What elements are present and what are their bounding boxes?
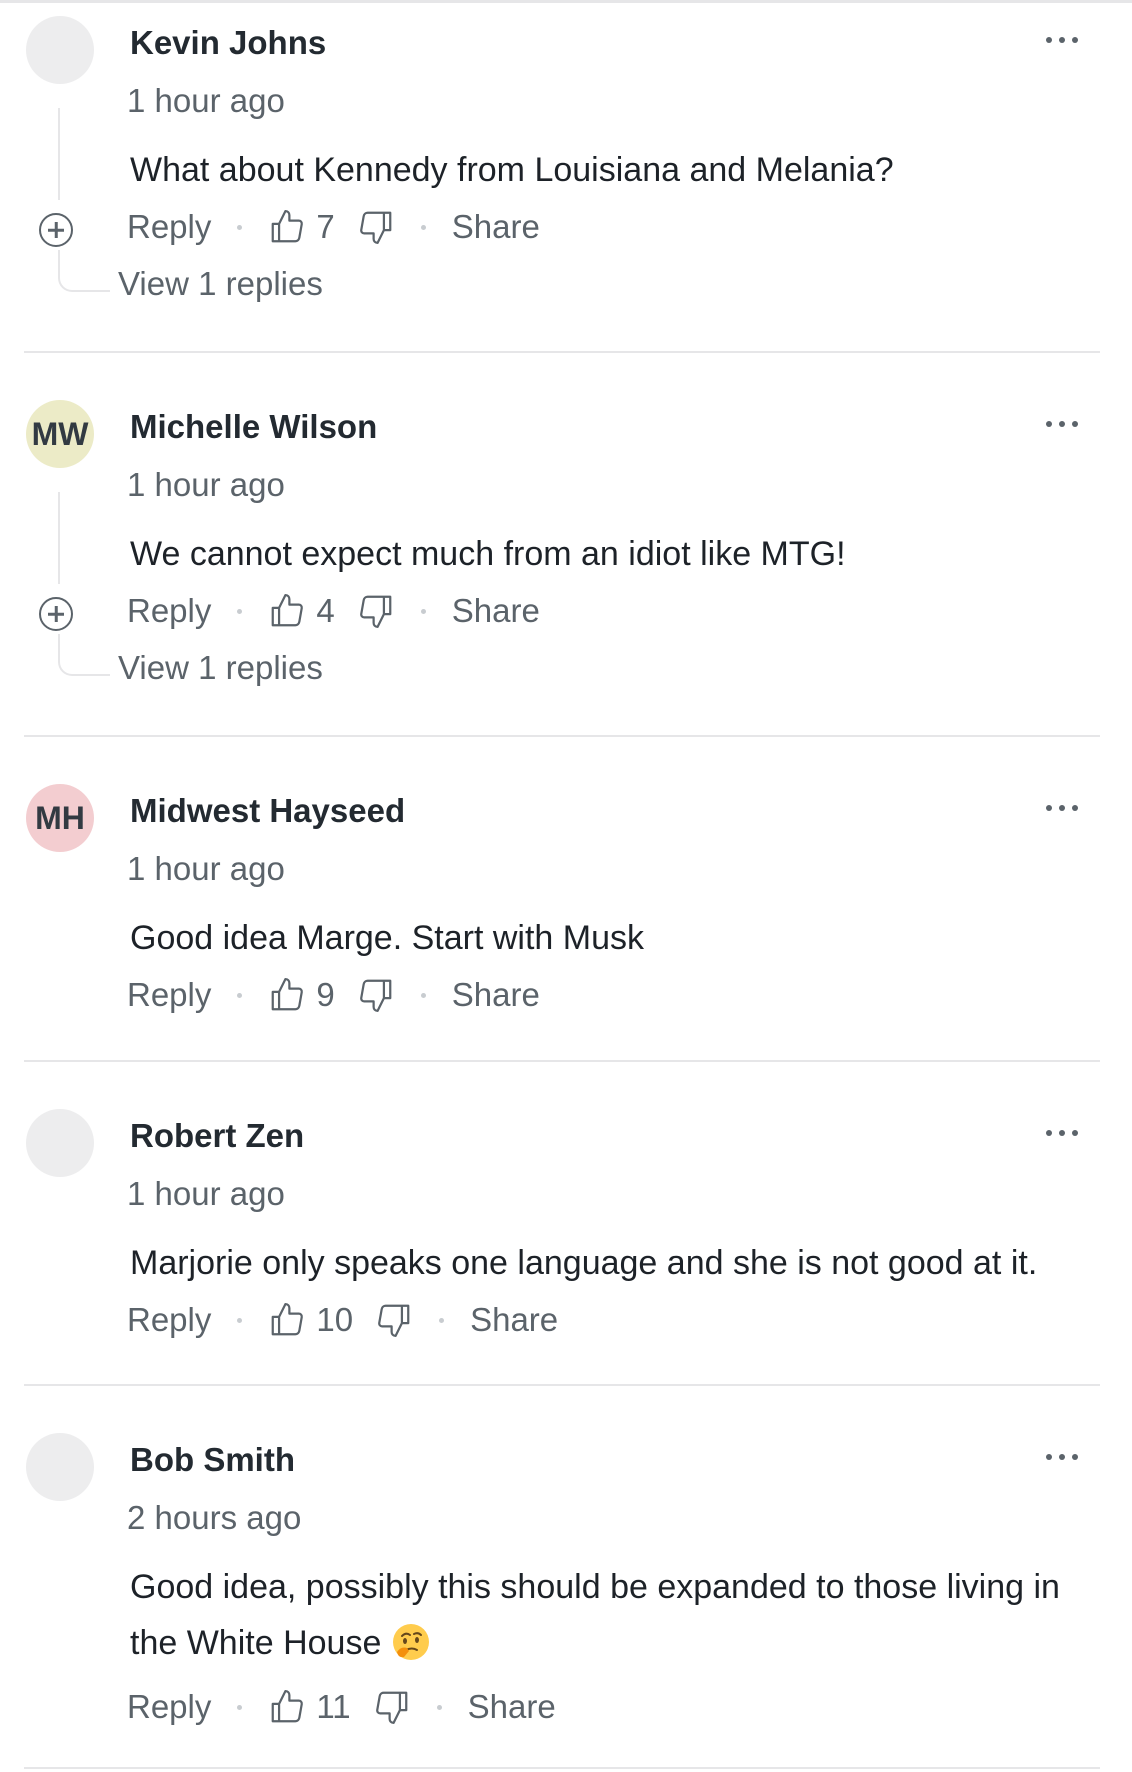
separator-dot (237, 992, 243, 998)
thumbs-down-icon[interactable] (357, 976, 395, 1014)
separator-dot (436, 1704, 442, 1710)
view-replies-link[interactable]: View 1 replies (118, 265, 323, 303)
thumbs-down-icon[interactable] (357, 592, 395, 630)
comment-item: MW Michelle Wilson 1 hour ago We cannot … (0, 384, 1132, 697)
comment-text: Good idea, possibly this should be expan… (130, 1559, 1090, 1671)
comment-item: MH Midwest Hayseed 1 hour ago Good idea … (0, 768, 1132, 1058)
comment-divider (24, 351, 1100, 353)
comment-divider (24, 735, 1100, 737)
share-button[interactable]: Share (468, 1688, 556, 1726)
reply-connector (58, 634, 110, 676)
avatar[interactable] (26, 1433, 94, 1501)
thumbs-up-icon[interactable] (268, 208, 306, 246)
more-options-icon[interactable] (1046, 414, 1078, 434)
separator-dot (237, 224, 243, 230)
comment-text: We cannot expect much from an idiot like… (130, 535, 846, 573)
view-replies-link[interactable]: View 1 replies (118, 649, 323, 687)
reply-connector (58, 250, 110, 292)
thumbs-up-icon[interactable] (268, 592, 306, 630)
comment-timestamp: 2 hours ago (127, 1499, 302, 1536)
reply-button[interactable]: Reply (127, 592, 211, 630)
thumbs-up-icon[interactable] (268, 976, 306, 1014)
comment-actions: Reply 4 Share (127, 591, 540, 631)
comment-timestamp: 1 hour ago (127, 82, 285, 119)
like-count: 7 (316, 208, 335, 245)
comment-divider (24, 1384, 1100, 1386)
avatar[interactable] (26, 1109, 94, 1177)
share-button[interactable]: Share (452, 592, 540, 630)
comment-text: Good idea Marge. Start with Musk (130, 919, 645, 957)
separator-dot (237, 1317, 243, 1323)
comment-author[interactable]: Robert Zen (130, 1117, 304, 1155)
like-count: 9 (316, 976, 335, 1013)
comment-author[interactable]: Kevin Johns (130, 24, 326, 62)
separator-dot (420, 992, 426, 998)
comment-divider (24, 1060, 1100, 1062)
more-options-icon[interactable] (1046, 30, 1078, 50)
thumbs-down-icon[interactable] (373, 1688, 411, 1726)
thumbs-up-icon[interactable] (268, 1301, 306, 1339)
share-button[interactable]: Share (452, 976, 540, 1014)
reply-button[interactable]: Reply (127, 1688, 211, 1726)
thinking-face-emoji (393, 1624, 430, 1660)
comment-text: Marjorie only speaks one language and sh… (130, 1244, 1038, 1282)
comment-author[interactable]: Bob Smith (130, 1441, 295, 1479)
comment-actions: Reply 11 Share (127, 1687, 556, 1727)
thread-line (58, 108, 60, 200)
share-button[interactable]: Share (452, 208, 540, 246)
expand-thread-button[interactable] (39, 597, 73, 631)
more-options-icon[interactable] (1046, 1447, 1078, 1467)
like-count: 11 (316, 1688, 351, 1725)
comment-author[interactable]: Michelle Wilson (130, 408, 377, 446)
more-options-icon[interactable] (1046, 1123, 1078, 1143)
avatar[interactable] (26, 16, 94, 84)
comment-text-content: Good idea, possibly this should be expan… (130, 1568, 1060, 1662)
separator-dot (237, 1704, 243, 1710)
comment-timestamp: 1 hour ago (127, 1175, 285, 1212)
separator-dot (439, 1317, 445, 1323)
reply-button[interactable]: Reply (127, 1301, 211, 1339)
comment-actions: Reply 9 Share (127, 975, 540, 1015)
share-button[interactable]: Share (470, 1301, 558, 1339)
reply-button[interactable]: Reply (127, 976, 211, 1014)
comment-text: What about Kennedy from Louisiana and Me… (130, 151, 894, 189)
thumbs-down-icon[interactable] (375, 1301, 413, 1339)
comment-actions: Reply 10 Share (127, 1300, 558, 1340)
reply-button[interactable]: Reply (127, 208, 211, 246)
separator-dot (420, 608, 426, 614)
thumbs-down-icon[interactable] (357, 208, 395, 246)
thumbs-up-icon[interactable] (268, 1688, 306, 1726)
comment-item: Robert Zen 1 hour ago Marjorie only spea… (0, 1093, 1132, 1383)
comment-actions: Reply 7 Share (127, 207, 540, 247)
avatar[interactable]: MH (26, 784, 94, 852)
comment-timestamp: 1 hour ago (127, 850, 285, 887)
avatar[interactable]: MW (26, 400, 94, 468)
separator-dot (237, 608, 243, 614)
comment-timestamp: 1 hour ago (127, 466, 285, 503)
expand-thread-button[interactable] (39, 213, 73, 247)
separator-dot (420, 224, 426, 230)
comment-item: Kevin Johns 1 hour ago What about Kenned… (0, 0, 1132, 313)
like-count: 4 (316, 592, 335, 629)
more-options-icon[interactable] (1046, 798, 1078, 818)
thread-line (58, 492, 60, 584)
like-count: 10 (316, 1301, 354, 1338)
comment-divider (24, 1767, 1100, 1769)
comment-author[interactable]: Midwest Hayseed (130, 792, 405, 830)
comment-item: Bob Smith 2 hours ago Good idea, possibl… (0, 1417, 1132, 1767)
